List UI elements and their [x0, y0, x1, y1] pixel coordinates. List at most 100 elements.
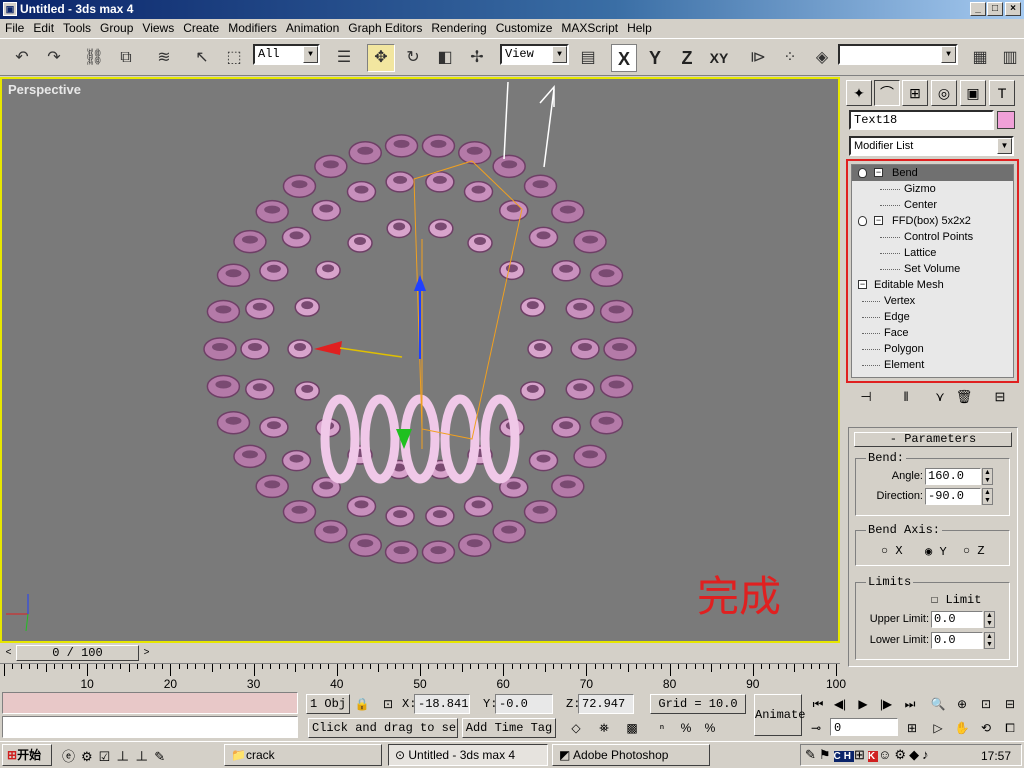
percent-snap-icon[interactable]: ▩ — [622, 718, 642, 738]
create-tab-icon[interactable]: ✦ — [846, 80, 872, 106]
timeline-ruler[interactable]: 10 20 30 40 50 60 70 80 90 100 — [0, 663, 846, 691]
axis-z-radio[interactable]: ○ Z — [963, 544, 985, 558]
restrict-xy-button[interactable]: XY — [706, 44, 732, 72]
motion-tab-icon[interactable]: ◎ — [931, 80, 957, 106]
menu-graph-editors[interactable]: Graph Editors — [343, 19, 426, 35]
stack-item[interactable]: Lattice — [852, 245, 1013, 261]
redo-icon[interactable]: ↷ — [40, 44, 68, 72]
tray-icons[interactable]: ✎⚑CH⊞K☺⚙◆♪ — [805, 747, 932, 763]
lightbulb-icon[interactable] — [858, 216, 867, 226]
snap-percent-icon[interactable]: % — [700, 718, 720, 738]
snap-toggle-icon[interactable]: ◇ — [566, 718, 586, 738]
maximize-button[interactable]: □ — [987, 2, 1003, 16]
close-button[interactable]: × — [1005, 2, 1021, 16]
modifier-list-dropdown[interactable]: Modifier List ▼ — [849, 136, 1014, 156]
stack-item[interactable]: Center — [852, 197, 1013, 213]
task-crack[interactable]: 📁crack — [224, 744, 382, 766]
quick-launch-icons[interactable]: ⓔ⚙☑⊥⊥✎ — [62, 746, 212, 766]
select-and-rotate-icon[interactable]: ↻ — [399, 44, 427, 72]
stack-item[interactable]: − Editable Mesh — [852, 277, 1013, 293]
menu-edit[interactable]: Edit — [28, 19, 58, 35]
next-frame-icon[interactable]: > — [140, 645, 153, 661]
angle-spinner-arrows[interactable]: ▲ ▼ — [982, 468, 993, 485]
collapse-icon[interactable]: − — [874, 168, 883, 177]
min-max-toggle-icon[interactable]: ⧠ — [1000, 718, 1020, 738]
schematic-view-icon[interactable]: ▥ — [996, 44, 1024, 72]
menu-help[interactable]: Help — [622, 19, 656, 35]
menu-create[interactable]: Create — [178, 19, 223, 35]
track-view-icon[interactable]: ▦ — [966, 44, 994, 72]
stack-item[interactable]: Polygon — [852, 341, 1013, 357]
object-color-swatch[interactable] — [997, 111, 1015, 129]
restrict-z-button[interactable]: Z — [674, 44, 700, 72]
modify-tab-icon[interactable]: ⌒ — [874, 80, 900, 106]
remove-modifier-icon[interactable]: 🗑 — [953, 387, 975, 407]
align-icon[interactable]: ◈ — [808, 44, 836, 72]
x-coordinate-field[interactable]: -18.841 — [414, 694, 470, 714]
restrict-y-button[interactable]: Y — [642, 44, 668, 72]
make-unique-icon[interactable]: ⋎ — [929, 387, 951, 407]
select-and-manipulate-icon[interactable]: ✢ — [463, 44, 491, 72]
perspective-viewport[interactable]: Perspective 完成 — [0, 77, 840, 643]
time-slider[interactable]: 0 / 100 — [16, 645, 139, 661]
named-selection-dropdown[interactable]: ▼ — [838, 44, 958, 65]
stack-item[interactable]: Vertex — [852, 293, 1013, 309]
stack-item[interactable]: Control Points — [852, 229, 1013, 245]
region-select-icon[interactable]: ⬚ — [220, 44, 248, 72]
bind-space-warp-icon[interactable]: ≋ — [150, 44, 178, 72]
limit-checkbox[interactable]: ☐ Limit — [931, 592, 981, 607]
key-mode-icon[interactable]: ⊸ — [806, 718, 826, 738]
menu-tools[interactable]: Tools — [58, 19, 95, 35]
task-3dsmax[interactable]: ⊙ Untitled - 3ds max 4 — [388, 744, 548, 766]
play-icon[interactable]: ▶ — [853, 694, 873, 714]
lightbulb-icon[interactable] — [858, 168, 867, 178]
snap-2d-icon[interactable]: % — [676, 718, 696, 738]
menu-rendering[interactable]: Rendering — [426, 19, 490, 35]
z-coordinate-field[interactable]: 72.947 — [578, 694, 634, 714]
lower-limit-field[interactable]: 0.0 — [931, 632, 983, 649]
select-and-link-icon[interactable]: ⛓ — [80, 44, 108, 72]
go-to-start-icon[interactable]: ⏮ — [808, 694, 828, 714]
task-photoshop[interactable]: ◩ Adobe Photoshop — [552, 744, 710, 766]
field-of-view-icon[interactable]: ▷ — [928, 718, 948, 738]
zoom-extents-icon[interactable]: ⊡ — [976, 694, 996, 714]
show-end-result-icon[interactable]: ‖ — [895, 387, 917, 407]
select-by-name-icon[interactable]: ☰ — [330, 44, 358, 72]
upper-limit-field[interactable]: 0.0 — [931, 611, 983, 628]
select-and-scale-icon[interactable]: ◧ — [431, 44, 459, 72]
stack-item[interactable]: − Bend — [852, 165, 1013, 181]
menu-modifiers[interactable]: Modifiers — [223, 19, 281, 35]
parameters-header[interactable]: - Parameters — [854, 432, 1012, 447]
stack-item[interactable]: Element — [852, 357, 1013, 373]
stack-item[interactable]: − FFD(box) 5x2x2 — [852, 213, 1013, 229]
absolute-mode-icon[interactable]: ⊡ — [378, 694, 398, 714]
menu-animation[interactable]: Animation — [281, 19, 343, 35]
lower-limit-arrows[interactable]: ▲ ▼ — [984, 632, 995, 649]
minimize-button[interactable]: _ — [970, 2, 986, 16]
mirror-icon[interactable]: ⧐ — [744, 44, 772, 72]
configure-sets-icon[interactable]: ⊟ — [989, 387, 1011, 407]
utilities-tab-icon[interactable]: T — [989, 80, 1015, 106]
axis-y-radio[interactable]: ◉ Y — [925, 544, 947, 559]
zoom-extents-all-icon[interactable]: ⊟ — [1000, 694, 1020, 714]
axis-x-radio[interactable]: ○ X — [881, 544, 903, 558]
y-coordinate-field[interactable]: -0.0 — [495, 694, 553, 714]
array-icon[interactable]: ⁘ — [776, 44, 804, 72]
animate-button[interactable]: Animate — [754, 694, 805, 736]
menu-maxscript[interactable]: MAXScript — [556, 19, 622, 35]
restrict-x-button[interactable]: X — [611, 44, 637, 72]
current-frame-field[interactable]: 0 — [830, 718, 898, 736]
display-tab-icon[interactable]: ▣ — [960, 80, 986, 106]
previous-frame-icon[interactable]: ◀| — [830, 694, 850, 714]
angle-snap-icon[interactable]: ⛯ — [594, 718, 614, 738]
hierarchy-tab-icon[interactable]: ⊞ — [902, 80, 928, 106]
time-config-icon[interactable]: ⊞ — [902, 718, 922, 738]
collapse-icon[interactable]: − — [858, 280, 867, 289]
add-time-tag-button[interactable]: Add Time Tag — [462, 718, 556, 738]
select-object-icon[interactable]: ↖ — [188, 44, 216, 72]
direction-spinner-arrows[interactable]: ▲ ▼ — [982, 488, 993, 505]
select-and-move-icon[interactable]: ✥ — [367, 44, 395, 72]
direction-spinner-field[interactable]: -90.0 — [925, 488, 981, 505]
start-button[interactable]: ⊞开始 — [2, 744, 52, 766]
selection-filter-dropdown[interactable]: All ▼ — [253, 44, 320, 65]
